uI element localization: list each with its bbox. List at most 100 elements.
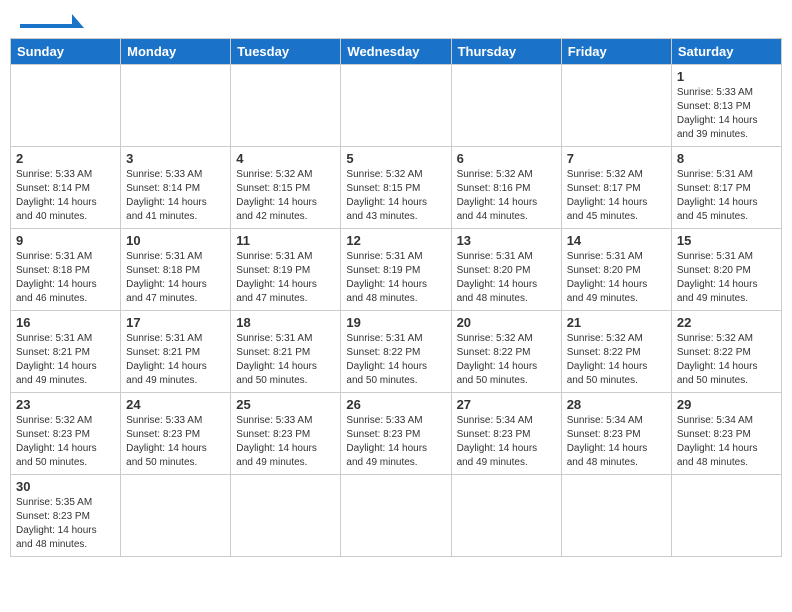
weekday-header-sunday: Sunday [11,39,121,65]
calendar-cell: 10 Sunrise: 5:31 AMSunset: 8:18 PMDayligh… [121,229,231,311]
calendar-cell: 12 Sunrise: 5:31 AMSunset: 8:19 PMDayligh… [341,229,451,311]
calendar-cell: 22 Sunrise: 5:32 AMSunset: 8:22 PMDayligh… [671,311,781,393]
day-number: 18 [236,315,335,330]
day-number: 8 [677,151,776,166]
calendar-cell [341,475,451,557]
calendar-cell: 25 Sunrise: 5:33 AMSunset: 8:23 PMDayligh… [231,393,341,475]
day-info: Sunrise: 5:35 AMSunset: 8:23 PMDaylight:… [16,496,115,552]
day-number: 23 [16,397,115,412]
day-info: Sunrise: 5:31 AMSunset: 8:20 PMDaylight:… [677,250,776,306]
day-number: 14 [567,233,666,248]
calendar-cell: 9 Sunrise: 5:31 AMSunset: 8:18 PMDaylight… [11,229,121,311]
day-number: 1 [677,69,776,84]
day-info: Sunrise: 5:32 AMSunset: 8:22 PMDaylight:… [677,332,776,388]
day-number: 26 [346,397,445,412]
calendar-cell: 16Sunrise: 5:31 AMSunset: 8:21 PMDayligh… [11,311,121,393]
calendar-cell: 11 Sunrise: 5:31 AMSunset: 8:19 PMDayligh… [231,229,341,311]
weekday-header-friday: Friday [561,39,671,65]
day-info: Sunrise: 5:31 AMSunset: 8:18 PMDaylight:… [126,250,225,306]
day-number: 24 [126,397,225,412]
day-info: Sunrise: 5:31 AMSunset: 8:21 PMDaylight:… [16,332,115,388]
day-info: Sunrise: 5:32 AMSunset: 8:15 PMDaylight:… [236,168,335,224]
day-number: 25 [236,397,335,412]
weekday-header-row: SundayMondayTuesdayWednesdayThursdayFrid… [11,39,782,65]
day-number: 20 [457,315,556,330]
weekday-header-wednesday: Wednesday [341,39,451,65]
week-row-4: 23 Sunrise: 5:32 AMSunset: 8:23 PMDayligh… [11,393,782,475]
calendar-cell: 7Sunrise: 5:32 AMSunset: 8:17 PMDaylight… [561,147,671,229]
calendar-cell: 13Sunrise: 5:31 AMSunset: 8:20 PMDayligh… [451,229,561,311]
day-info: Sunrise: 5:34 AMSunset: 8:23 PMDaylight:… [677,414,776,470]
day-info: Sunrise: 5:34 AMSunset: 8:23 PMDaylight:… [457,414,556,470]
calendar-cell: 19 Sunrise: 5:31 AMSunset: 8:22 PMDayligh… [341,311,451,393]
day-number: 2 [16,151,115,166]
calendar-cell [231,475,341,557]
day-number: 22 [677,315,776,330]
day-info: Sunrise: 5:34 AMSunset: 8:23 PMDaylight:… [567,414,666,470]
day-info: Sunrise: 5:31 AMSunset: 8:21 PMDaylight:… [236,332,335,388]
calendar-cell [231,65,341,147]
day-info: Sunrise: 5:31 AMSunset: 8:22 PMDaylight:… [346,332,445,388]
calendar-cell [121,475,231,557]
day-info: Sunrise: 5:31 AMSunset: 8:20 PMDaylight:… [567,250,666,306]
day-number: 27 [457,397,556,412]
day-info: Sunrise: 5:31 AMSunset: 8:19 PMDaylight:… [346,250,445,306]
day-number: 4 [236,151,335,166]
day-number: 17 [126,315,225,330]
day-number: 9 [16,233,115,248]
day-info: Sunrise: 5:31 AMSunset: 8:17 PMDaylight:… [677,168,776,224]
calendar-cell: 1 Sunrise: 5:33 AMSunset: 8:13 PMDaylight… [671,65,781,147]
day-number: 3 [126,151,225,166]
day-number: 6 [457,151,556,166]
day-info: Sunrise: 5:31 AMSunset: 8:19 PMDaylight:… [236,250,335,306]
calendar-cell [451,475,561,557]
day-number: 5 [346,151,445,166]
calendar-cell: 8 Sunrise: 5:31 AMSunset: 8:17 PMDaylight… [671,147,781,229]
calendar-cell: 27 Sunrise: 5:34 AMSunset: 8:23 PMDayligh… [451,393,561,475]
day-info: Sunrise: 5:32 AMSunset: 8:23 PMDaylight:… [16,414,115,470]
day-info: Sunrise: 5:32 AMSunset: 8:16 PMDaylight:… [457,168,556,224]
calendar-cell: 26 Sunrise: 5:33 AMSunset: 8:23 PMDayligh… [341,393,451,475]
day-info: Sunrise: 5:31 AMSunset: 8:18 PMDaylight:… [16,250,115,306]
calendar-cell: 17 Sunrise: 5:31 AMSunset: 8:21 PMDayligh… [121,311,231,393]
day-info: Sunrise: 5:33 AMSunset: 8:23 PMDaylight:… [236,414,335,470]
calendar-cell [11,65,121,147]
week-row-1: 2 Sunrise: 5:33 AMSunset: 8:14 PMDaylight… [11,147,782,229]
day-number: 30 [16,479,115,494]
weekday-header-tuesday: Tuesday [231,39,341,65]
calendar-cell: 18 Sunrise: 5:31 AMSunset: 8:21 PMDayligh… [231,311,341,393]
calendar-cell [671,475,781,557]
day-number: 19 [346,315,445,330]
calendar-cell [451,65,561,147]
calendar-cell: 3 Sunrise: 5:33 AMSunset: 8:14 PMDaylight… [121,147,231,229]
weekday-header-monday: Monday [121,39,231,65]
day-info: Sunrise: 5:32 AMSunset: 8:22 PMDaylight:… [457,332,556,388]
week-row-0: 1 Sunrise: 5:33 AMSunset: 8:13 PMDaylight… [11,65,782,147]
weekday-header-saturday: Saturday [671,39,781,65]
week-row-5: 30 Sunrise: 5:35 AMSunset: 8:23 PMDayligh… [11,475,782,557]
day-info: Sunrise: 5:33 AMSunset: 8:13 PMDaylight:… [677,86,776,142]
day-info: Sunrise: 5:32 AMSunset: 8:15 PMDaylight:… [346,168,445,224]
day-number: 12 [346,233,445,248]
day-number: 10 [126,233,225,248]
calendar-cell [341,65,451,147]
weekday-header-thursday: Thursday [451,39,561,65]
calendar-table: SundayMondayTuesdayWednesdayThursdayFrid… [10,38,782,557]
calendar-cell: 29 Sunrise: 5:34 AMSunset: 8:23 PMDayligh… [671,393,781,475]
calendar-cell: 21 Sunrise: 5:32 AMSunset: 8:22 PMDayligh… [561,311,671,393]
calendar-cell: 14 Sunrise: 5:31 AMSunset: 8:20 PMDayligh… [561,229,671,311]
calendar-cell: 23 Sunrise: 5:32 AMSunset: 8:23 PMDayligh… [11,393,121,475]
day-info: Sunrise: 5:32 AMSunset: 8:22 PMDaylight:… [567,332,666,388]
day-number: 21 [567,315,666,330]
calendar-cell [561,65,671,147]
day-info: Sunrise: 5:33 AMSunset: 8:14 PMDaylight:… [126,168,225,224]
day-info: Sunrise: 5:33 AMSunset: 8:23 PMDaylight:… [126,414,225,470]
week-row-2: 9 Sunrise: 5:31 AMSunset: 8:18 PMDaylight… [11,229,782,311]
day-info: Sunrise: 5:33 AMSunset: 8:23 PMDaylight:… [346,414,445,470]
day-info: Sunrise: 5:32 AMSunset: 8:17 PMDaylight:… [567,168,666,224]
day-number: 13 [457,233,556,248]
day-number: 11 [236,233,335,248]
day-number: 29 [677,397,776,412]
day-info: Sunrise: 5:31 AMSunset: 8:21 PMDaylight:… [126,332,225,388]
calendar-cell: 24 Sunrise: 5:33 AMSunset: 8:23 PMDayligh… [121,393,231,475]
